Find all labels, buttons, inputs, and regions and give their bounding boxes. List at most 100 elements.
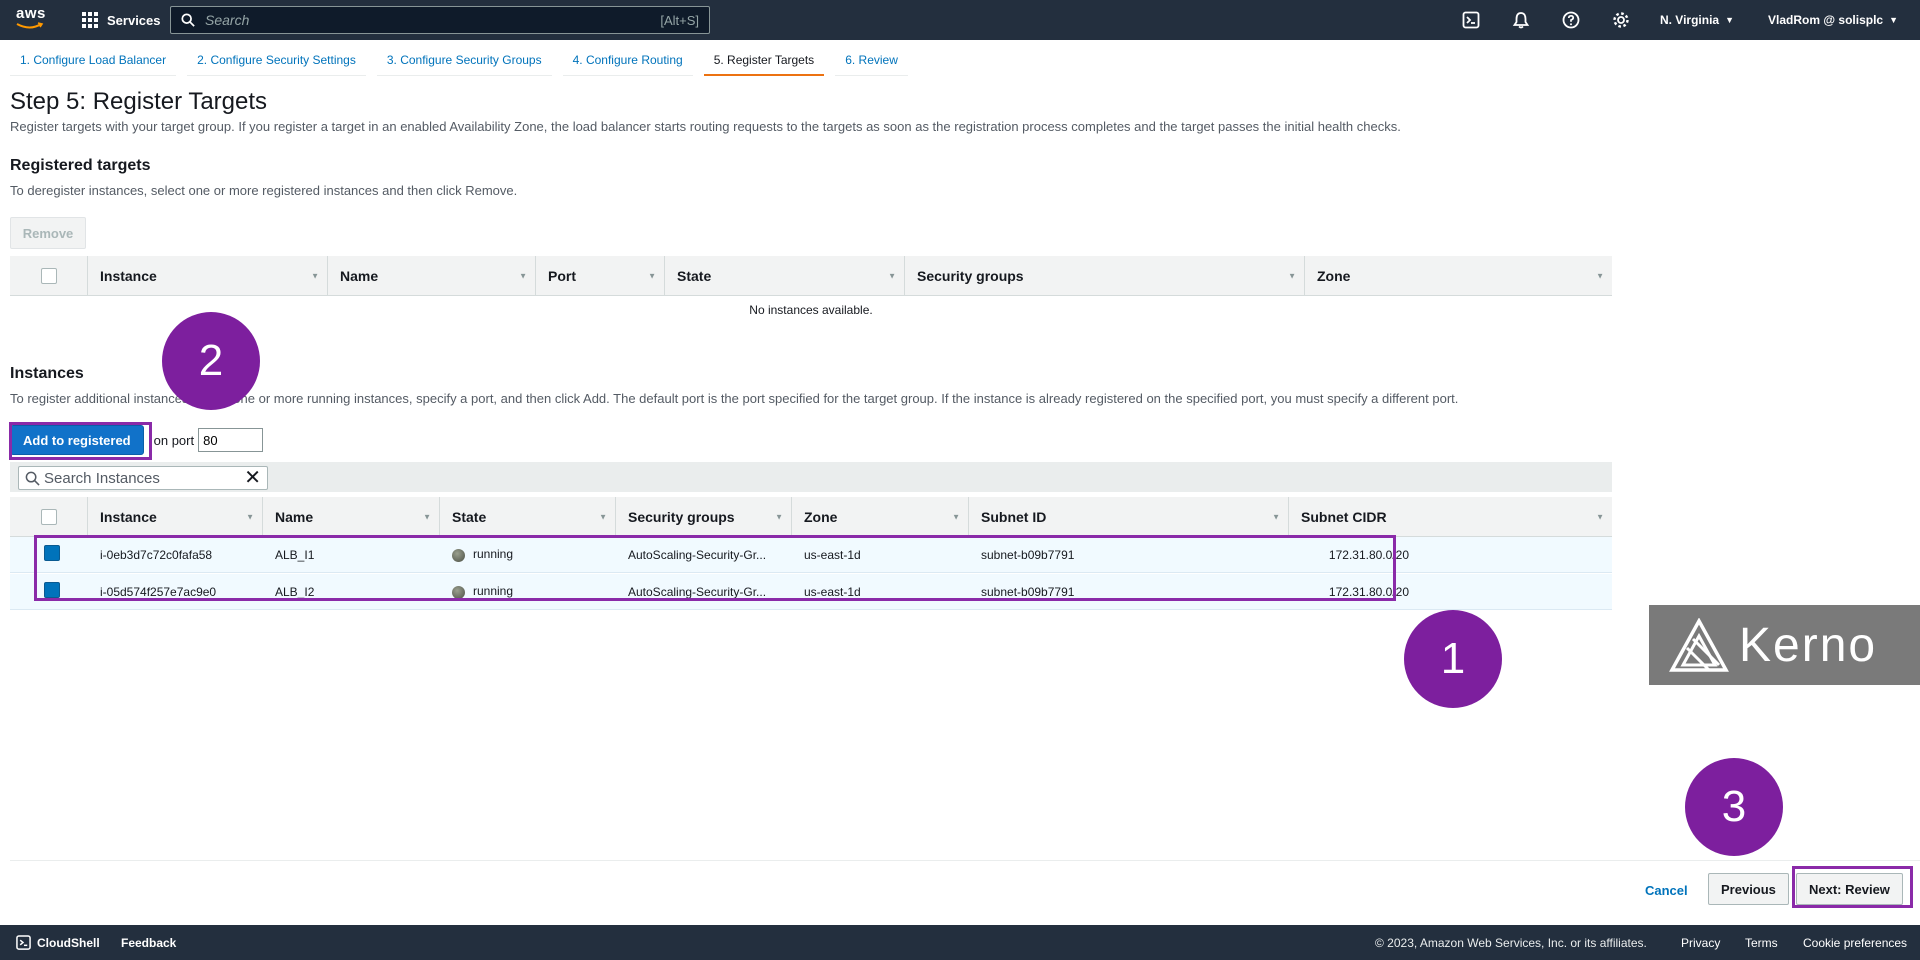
sort-icon: ▼ <box>599 512 607 521</box>
cloudshell-link[interactable]: CloudShell <box>16 935 100 950</box>
table-row[interactable]: i-05d574f257e7ac9e0 ALB_I2 running AutoS… <box>10 574 1612 610</box>
col-zone[interactable]: Zone ▼ <box>1305 256 1612 295</box>
col-state[interactable]: State ▼ <box>440 497 616 536</box>
row-checkbox[interactable] <box>44 582 60 598</box>
registered-targets-description: To deregister instances, select one or m… <box>10 183 518 198</box>
notifications-button[interactable] <box>1496 0 1546 40</box>
annotation-marker-3: 3 <box>1685 758 1783 856</box>
col-security-groups[interactable]: Security groups ▼ <box>616 497 792 536</box>
cell-instance: i-05d574f257e7ac9e0 <box>100 584 217 599</box>
running-status-icon <box>452 548 465 562</box>
cell-instance: i-0eb3d7c72c0fafa58 <box>100 547 213 562</box>
col-security-groups[interactable]: Security groups ▼ <box>905 256 1305 295</box>
port-input[interactable] <box>198 428 264 452</box>
footer: CloudShell Feedback © 2023, Amazon Web S… <box>0 925 1920 960</box>
privacy-link[interactable]: Privacy <box>1681 936 1720 950</box>
feedback-link[interactable]: Feedback <box>121 936 176 950</box>
cell-subnet-id: subnet-b09b7791 <box>981 584 1075 599</box>
region-selector[interactable]: N. Virginia ▼ <box>1660 0 1734 40</box>
table-row[interactable]: i-0eb3d7c72c0fafa58 ALB_I1 running AutoS… <box>10 537 1612 573</box>
terms-link[interactable]: Terms <box>1745 936 1778 950</box>
cell-zone: us-east-1d <box>804 584 861 599</box>
annotation-marker-1: 1 <box>1404 610 1502 708</box>
close-icon[interactable]: ✕ <box>244 468 261 488</box>
col-name[interactable]: Name ▼ <box>263 497 440 536</box>
caret-down-icon: ▼ <box>1889 15 1898 25</box>
select-all-checkbox-cell <box>10 497 88 536</box>
global-search-input[interactable] <box>205 12 661 28</box>
search-icon <box>25 471 40 486</box>
cell-state: running <box>440 584 616 599</box>
sort-icon: ▼ <box>311 271 319 280</box>
cookie-preferences-link[interactable]: Cookie preferences <box>1803 936 1907 950</box>
col-name[interactable]: Name ▼ <box>328 256 536 295</box>
col-subnet-id[interactable]: Subnet ID ▼ <box>969 497 1289 536</box>
settings-button[interactable] <box>1596 0 1646 40</box>
cancel-button[interactable]: Cancel <box>1645 875 1688 907</box>
col-instance[interactable]: Instance ▼ <box>88 497 263 536</box>
aws-logo[interactable]: aws <box>16 6 52 34</box>
cloudshell-button[interactable] <box>1446 0 1496 40</box>
select-all-checkbox[interactable] <box>40 267 57 284</box>
services-menu[interactable]: Services <box>82 0 161 40</box>
col-zone[interactable]: Zone ▼ <box>792 497 969 536</box>
kerno-text: Kerno <box>1739 618 1878 672</box>
sort-icon: ▼ <box>1288 271 1296 280</box>
sort-icon: ▼ <box>952 512 960 521</box>
page-description: Register targets with your target group.… <box>10 119 1401 134</box>
add-row: Add to registered on port <box>10 425 264 455</box>
help-button[interactable] <box>1546 0 1596 40</box>
step-configure-load-balancer[interactable]: 1. Configure Load Balancer <box>10 46 177 76</box>
step-configure-security-settings[interactable]: 2. Configure Security Settings <box>187 46 366 76</box>
step-configure-security-groups[interactable]: 3. Configure Security Groups <box>376 46 552 76</box>
cell-name: ALB_I2 <box>275 584 315 599</box>
add-to-registered-button[interactable]: Add to registered <box>10 425 144 455</box>
select-all-checkbox[interactable] <box>40 508 57 525</box>
caret-down-icon: ▼ <box>1725 15 1735 25</box>
sort-icon: ▼ <box>1596 271 1604 280</box>
registered-table-header: Instance ▼ Name ▼ Port ▼ State ▼ Security gr… <box>10 256 1612 296</box>
aws-logo-text: aws <box>16 5 46 22</box>
sort-icon: ▼ <box>1596 512 1604 521</box>
wizard-steps: 1. Configure Load Balancer 2. Configure … <box>10 46 919 76</box>
search-instances-input[interactable] <box>44 469 245 487</box>
annotation-marker-2: 2 <box>162 312 260 410</box>
top-nav: aws Services [Alt+S] N. Virginia ▼ VladR… <box>0 0 1920 40</box>
remove-button[interactable]: Remove <box>10 217 86 249</box>
cell-subnet-id: subnet-b09b7791 <box>981 547 1075 562</box>
col-port[interactable]: Port ▼ <box>536 256 665 295</box>
search-instances[interactable]: ✕ <box>18 466 268 490</box>
cell-subnet-cidr: 172.31.80.0/20 <box>1328 584 1409 599</box>
empty-table-message: No instances available. <box>749 303 873 317</box>
account-menu[interactable]: VladRom @ solisplc ▼ <box>1768 0 1898 40</box>
sort-icon: ▼ <box>648 271 656 280</box>
step-review[interactable]: 6. Review <box>835 46 908 76</box>
cloudshell-icon <box>16 935 31 950</box>
cell-security-groups: AutoScaling-Security-Gr... <box>628 584 767 599</box>
step-register-targets[interactable]: 5. Register Targets <box>703 46 825 76</box>
next-review-button[interactable]: Next: Review <box>1796 873 1903 905</box>
page-title: Step 5: Register Targets <box>10 88 268 115</box>
cell-zone: us-east-1d <box>804 547 861 562</box>
global-search[interactable]: [Alt+S] <box>170 6 710 34</box>
instances-table-header: Instance ▼ Name ▼ State ▼ Security groups ▼ … <box>10 497 1612 537</box>
sort-icon: ▼ <box>888 271 896 280</box>
region-label: N. Virginia <box>1659 13 1720 27</box>
step-configure-routing[interactable]: 4. Configure Routing <box>562 46 693 76</box>
cell-security-groups: AutoScaling-Security-Gr... <box>628 547 767 562</box>
row-checkbox[interactable] <box>44 545 60 561</box>
search-icon <box>181 13 195 27</box>
sort-icon: ▼ <box>1272 512 1280 521</box>
sort-icon: ▼ <box>423 512 431 521</box>
account-label: VladRom @ solisplc <box>1768 13 1884 27</box>
cell-state: running <box>440 547 616 562</box>
instances-title: Instances <box>10 365 84 382</box>
kerno-logo-icon <box>1669 617 1729 672</box>
previous-button[interactable]: Previous <box>1708 873 1789 905</box>
col-subnet-cidr[interactable]: Subnet CIDR ▼ <box>1289 497 1612 536</box>
bell-icon <box>1512 12 1530 29</box>
col-state[interactable]: State ▼ <box>665 256 905 295</box>
col-instance[interactable]: Instance ▼ <box>88 256 328 295</box>
cell-subnet-cidr: 172.31.80.0/20 <box>1328 547 1409 562</box>
cloudshell-icon <box>1462 11 1480 29</box>
